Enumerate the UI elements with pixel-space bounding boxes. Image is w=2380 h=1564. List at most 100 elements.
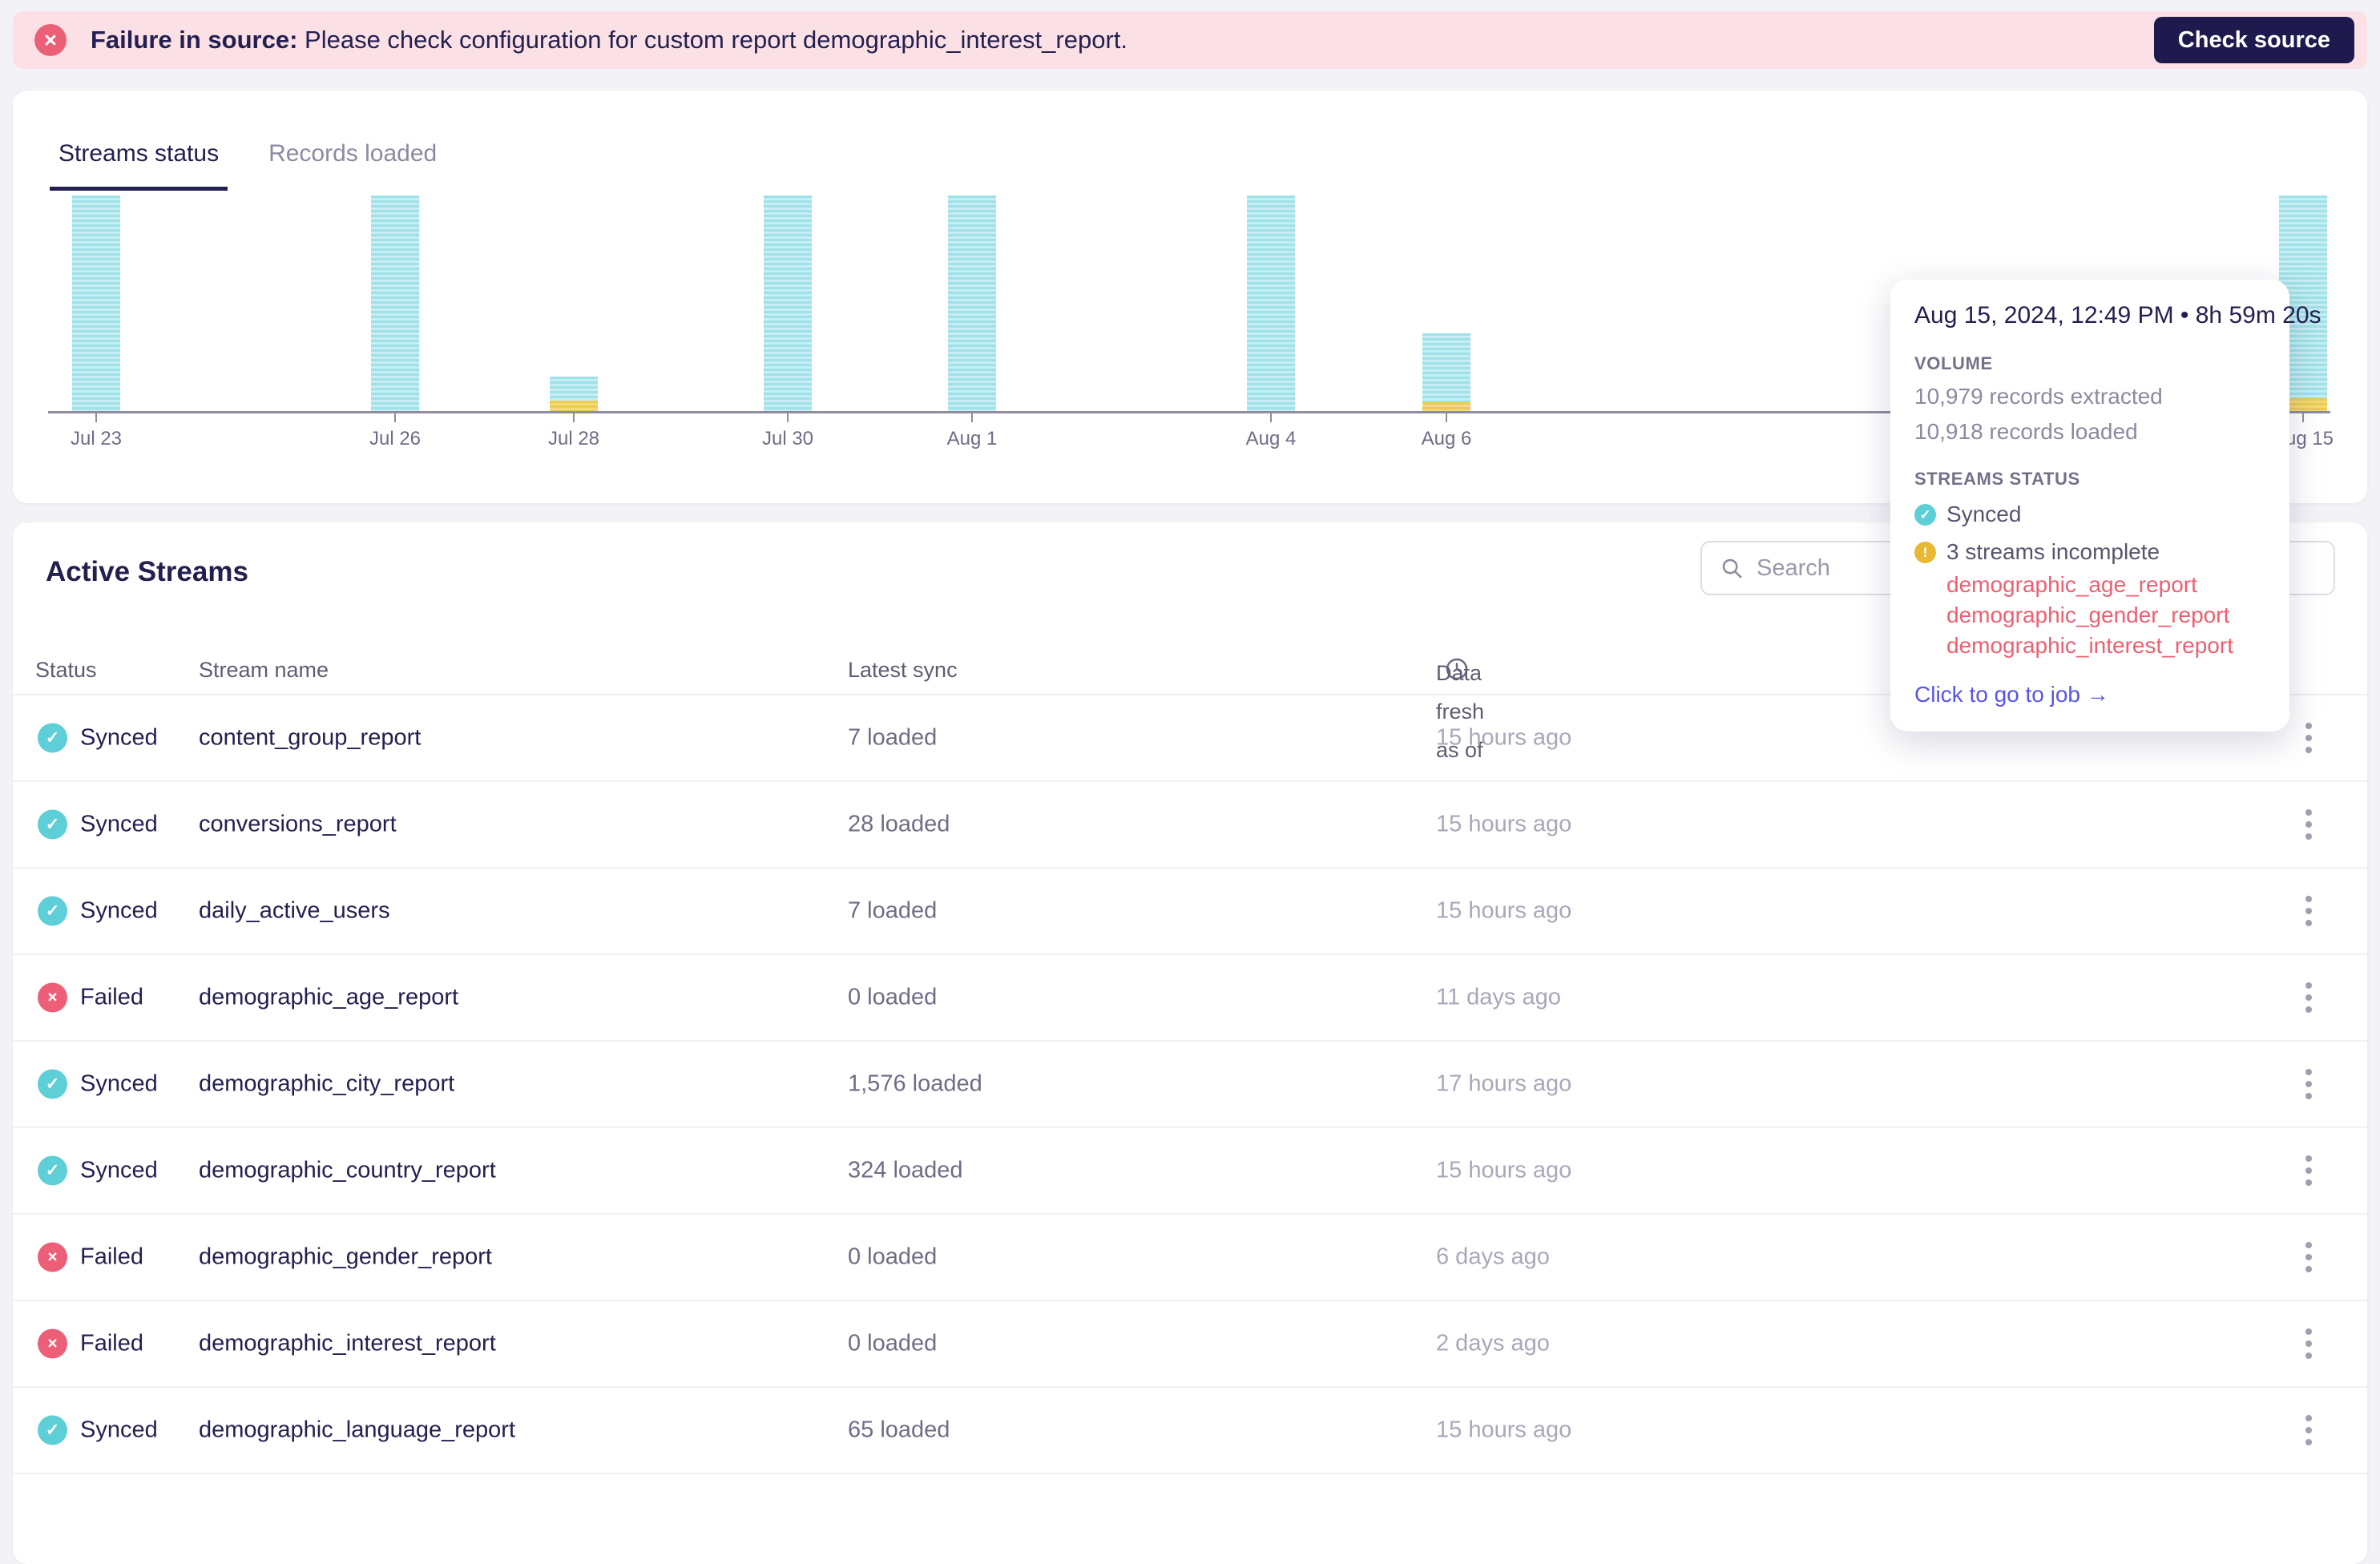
- latest-sync-value: 0 loaded: [848, 1330, 938, 1356]
- incomplete-stream-link[interactable]: demographic_interest_report: [1946, 631, 2265, 661]
- latest-sync-value: 28 loaded: [848, 811, 950, 837]
- status-label: Failed: [80, 984, 143, 1010]
- axis-tick: [394, 413, 396, 422]
- status-failed-icon: ×: [38, 1328, 67, 1359]
- data-fresh-value: 15 hours ago: [1436, 1417, 1572, 1443]
- tab-streams-status[interactable]: Streams status: [50, 140, 228, 191]
- check-source-button[interactable]: Check source: [2153, 17, 2354, 63]
- table-row: ✓ Synced demographic_language_report 65 …: [13, 1388, 2367, 1474]
- latest-sync-value: 0 loaded: [848, 1244, 938, 1270]
- status-failed-icon: ×: [38, 1242, 67, 1272]
- tooltip-synced-row: ✓ Synced: [1914, 502, 2265, 527]
- row-menu-button[interactable]: [2301, 1064, 2317, 1104]
- row-menu-button[interactable]: [2301, 1237, 2317, 1277]
- latest-sync-value: 1,576 loaded: [848, 1070, 982, 1097]
- chart-bar[interactable]: [1422, 333, 1470, 411]
- go-to-job-link[interactable]: Click to go to job →: [1914, 682, 2109, 707]
- table-row: ✓ Synced conversions_report 28 loaded 15…: [13, 782, 2367, 869]
- banner-message: Failure in source: Please check configur…: [91, 26, 1127, 54]
- data-fresh-value: 15 hours ago: [1436, 897, 1572, 924]
- chart-bar[interactable]: [550, 377, 598, 411]
- status-synced-icon: ✓: [38, 809, 67, 840]
- tooltip-title: Aug 15, 2024, 12:49 PM • 8h 59m 20s: [1914, 302, 2322, 329]
- bar-segment-synced: [948, 196, 996, 411]
- bar-segment-incomplete: [550, 401, 598, 411]
- x-axis-label: Jul 23: [70, 428, 123, 449]
- row-menu-button[interactable]: [2301, 1151, 2317, 1191]
- status-label: Synced: [80, 724, 158, 751]
- table-row: ✓ Synced demographic_city_report 1,576 l…: [13, 1042, 2367, 1128]
- stream-name: demographic_language_report: [199, 1417, 516, 1443]
- status-label: Synced: [80, 1417, 158, 1443]
- row-menu-button[interactable]: [2301, 1410, 2317, 1450]
- data-fresh-value: 15 hours ago: [1436, 1157, 1572, 1183]
- synced-check-icon: ✓: [1914, 503, 1936, 526]
- table-row: × Failed demographic_age_report 0 loaded…: [13, 955, 2367, 1042]
- chart-bar[interactable]: [1247, 196, 1295, 411]
- tooltip-incomplete-row: ! 3 streams incomplete: [1914, 539, 2265, 565]
- table-row: ✓ Synced daily_active_users 7 loaded 15 …: [13, 869, 2367, 955]
- chart-bar[interactable]: [764, 196, 812, 411]
- status-label: Synced: [80, 1070, 158, 1097]
- axis-tick: [573, 413, 575, 422]
- warning-icon: !: [1914, 541, 1936, 563]
- status-label: Synced: [80, 1157, 158, 1183]
- data-fresh-value: 6 days ago: [1436, 1244, 1550, 1270]
- chart-bar[interactable]: [72, 196, 120, 411]
- axis-tick: [971, 413, 973, 422]
- tooltip-synced-text: Synced: [1946, 502, 2022, 526]
- stream-name: demographic_country_report: [199, 1157, 496, 1183]
- bar-segment-synced: [764, 196, 812, 411]
- axis-tick: [1446, 413, 1447, 422]
- column-data-fresh: Data fresh as of: [1436, 651, 1484, 762]
- data-fresh-value: 15 hours ago: [1436, 724, 1572, 751]
- tab-records-loaded[interactable]: Records loaded: [260, 140, 446, 191]
- row-menu-button[interactable]: [2301, 891, 2317, 931]
- table-row: ✓ Synced demographic_country_report 324 …: [13, 1128, 2367, 1215]
- stream-name: demographic_city_report: [199, 1070, 455, 1097]
- error-circle-icon: ×: [34, 24, 67, 56]
- incomplete-stream-links: demographic_age_report demographic_gender…: [1946, 570, 2265, 661]
- latest-sync-value: 65 loaded: [848, 1417, 950, 1443]
- status-label: Synced: [80, 811, 158, 837]
- axis-tick: [787, 413, 789, 422]
- data-fresh-value: 17 hours ago: [1436, 1070, 1572, 1097]
- bar-segment-synced: [371, 196, 419, 411]
- streams-table-body: ✓ Synced content_group_report 7 loaded 1…: [13, 695, 2367, 1474]
- data-fresh-value: 2 days ago: [1436, 1330, 1550, 1356]
- incomplete-stream-link[interactable]: demographic_age_report: [1946, 570, 2265, 600]
- incomplete-stream-link[interactable]: demographic_gender_report: [1946, 600, 2265, 631]
- status-label: Failed: [80, 1330, 143, 1356]
- x-axis-label: Aug 6: [1421, 428, 1472, 449]
- chart-bar[interactable]: [371, 196, 419, 411]
- row-menu-button[interactable]: [2301, 978, 2317, 1018]
- tooltip-records-loaded: 10,918 records loaded: [1914, 419, 2138, 444]
- bar-segment-incomplete: [1422, 402, 1470, 411]
- status-synced-icon: ✓: [38, 896, 67, 926]
- x-axis-label: Jul 30: [761, 428, 814, 449]
- bar-segment-synced: [1247, 196, 1295, 411]
- row-menu-button[interactable]: [2301, 718, 2317, 758]
- chart-bar[interactable]: [948, 196, 996, 411]
- status-failed-icon: ×: [38, 982, 67, 1013]
- data-fresh-value: 15 hours ago: [1436, 811, 1572, 837]
- status-synced-icon: ✓: [38, 1415, 67, 1445]
- status-synced-icon: ✓: [38, 723, 67, 753]
- row-menu-button[interactable]: [2301, 804, 2317, 844]
- tooltip-volume-label: VOLUME: [1914, 353, 1993, 373]
- bar-segment-synced: [1422, 333, 1470, 402]
- stream-name: demographic_interest_report: [199, 1330, 496, 1356]
- search-icon: [1722, 558, 1742, 578]
- column-latest-sync: Latest sync: [848, 658, 958, 682]
- x-axis-label: Aug 1: [946, 428, 998, 449]
- row-menu-button[interactable]: [2301, 1324, 2317, 1364]
- tooltip-records-extracted: 10,979 records extracted: [1914, 384, 2163, 409]
- table-row: × Failed demographic_gender_report 0 loa…: [13, 1215, 2367, 1301]
- latest-sync-value: 324 loaded: [848, 1157, 963, 1183]
- x-axis-label: Jul 26: [369, 428, 422, 449]
- chart-tabs: Streams status Records loaded: [50, 140, 478, 191]
- axis-tick: [95, 413, 97, 422]
- bar-segment-synced: [72, 196, 120, 411]
- table-row: × Failed demographic_interest_report 0 l…: [13, 1301, 2367, 1388]
- axis-tick: [1270, 413, 1272, 422]
